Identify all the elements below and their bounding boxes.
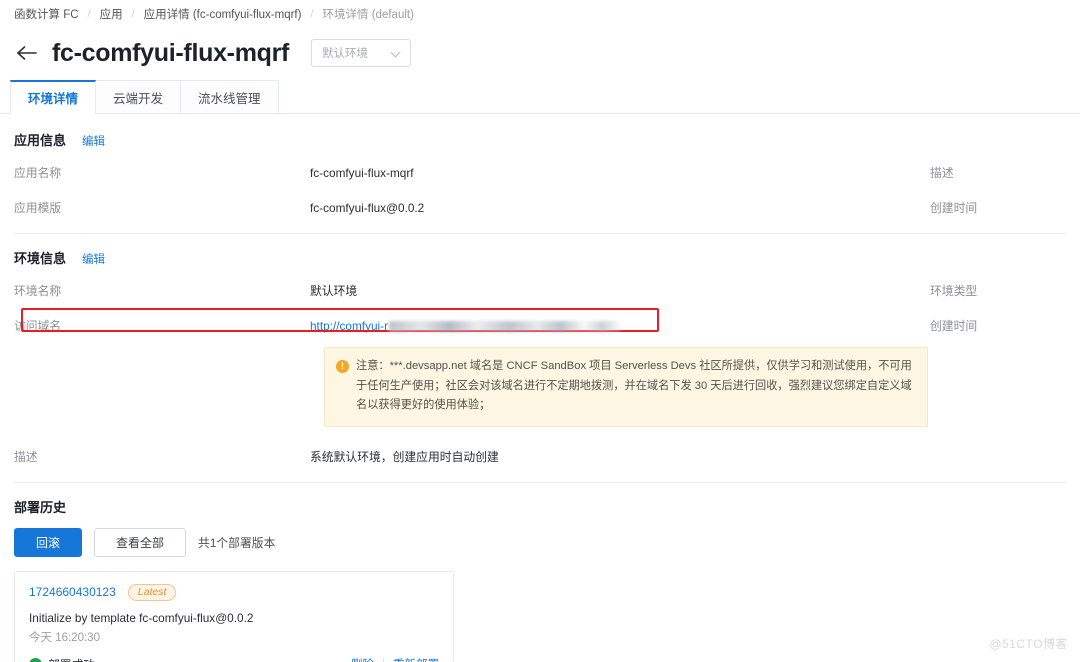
deploy-card-header: 1724660430123 Latest (29, 583, 439, 601)
deploy-status: 部署成功 (29, 656, 95, 662)
deploy-card-footer: 部署成功 删除 | 重新部署 (29, 656, 439, 662)
section-title: 环境信息 (14, 251, 67, 266)
chevron-down-icon (392, 48, 402, 58)
table-row: 描述 系统默认环境，创建应用时自动创建 (14, 439, 1066, 474)
row-right-label: 描述 (930, 166, 954, 180)
deploy-card-description: Initialize by template fc-comfyui-flux@0… (29, 610, 254, 625)
row-value: 系统默认环境，创建应用时自动创建 (310, 449, 499, 464)
section-divider (14, 481, 1066, 483)
table-row: 应用模版 fc-comfyui-flux@0.0.2 创建时间 (14, 190, 1066, 225)
table-row: 应用名称 fc-comfyui-flux-mqrf 描述 (14, 155, 1066, 190)
domain-notice-banner: ! 注意：***.devsapp.net 域名是 CNCF SandBox 项目… (324, 347, 928, 427)
row-right-label: 环境类型 (930, 284, 978, 298)
deploy-version-card: 1724660430123 Latest Initialize by templ… (14, 570, 454, 662)
environment-detail-page: 函数计算 FC / 应用 / 应用详情 (fc-comfyui-flux-mqr… (0, 0, 1080, 662)
row-value-container: http://comfyui-r (310, 319, 930, 333)
domain-notice-text: 注意：***.devsapp.net 域名是 CNCF SandBox 项目 S… (356, 360, 912, 412)
breadcrumb-separator: / (310, 8, 314, 20)
redacted-url-blur (389, 320, 622, 332)
section-divider (14, 233, 1066, 234)
access-domain-link[interactable]: http://comfyui-r (310, 319, 388, 333)
row-label: 访问域名 (14, 319, 62, 333)
breadcrumb-item-app-detail[interactable]: 应用详情 (fc-comfyui-flux-mqrf) (144, 6, 302, 22)
table-row-access-domain: 访问域名 http://comfyui-r 创建时间 (14, 308, 1066, 343)
rollback-button[interactable]: 回滚 (14, 527, 83, 557)
watermark: @51CTO博客 (989, 637, 1068, 651)
row-value: 默认环境 (310, 284, 358, 298)
page-header: fc-comfyui-flux-mqrf 默认环境 (0, 28, 1080, 78)
row-right-label: 创建时间 (930, 319, 978, 333)
page-title: fc-comfyui-flux-mqrf (52, 38, 290, 67)
environment-info-section: 环境信息 编辑 环境名称 默认环境 环境类型 访问域名 http://comfy… (0, 248, 1080, 474)
application-info-section: 应用信息 编辑 应用名称 fc-comfyui-flux-mqrf 描述 应用模… (0, 130, 1080, 225)
tab-environment-detail[interactable]: 环境详情 (10, 80, 97, 114)
section-title: 部署历史 (14, 499, 67, 515)
deploy-card-time: 今天 16:20:30 (29, 631, 100, 644)
section-title: 应用信息 (14, 133, 67, 148)
deploy-history-header: 部署历史 (0, 497, 1080, 516)
environment-info-rows: 环境名称 默认环境 环境类型 访问域名 http://comfyui-r 创建时… (0, 273, 1080, 474)
breadcrumb-item-env-detail: 环境详情 (default) (322, 9, 414, 21)
deploy-card-actions: 删除 | 重新部署 (351, 656, 439, 662)
row-label: 应用模版 (14, 201, 62, 215)
breadcrumb-separator: / (87, 8, 91, 20)
application-info-header: 应用信息 编辑 (0, 130, 1080, 149)
action-separator: | (382, 658, 385, 662)
deploy-version-id-link[interactable]: 1724660430123 (29, 585, 116, 599)
deploy-status-text: 部署成功 (48, 656, 95, 662)
status-badge-latest: Latest (127, 583, 177, 601)
row-value: fc-comfyui-flux@0.0.2 (310, 200, 425, 215)
edit-environment-info-link[interactable]: 编辑 (82, 251, 105, 267)
check-circle-icon (29, 657, 42, 662)
tab-pipeline-management[interactable]: 流水线管理 (180, 80, 279, 113)
row-value: fc-comfyui-flux-mqrf (310, 165, 414, 180)
deploy-version-count: 共1个部署版本 (198, 535, 276, 550)
table-row: 环境名称 默认环境 环境类型 (14, 273, 1066, 308)
tab-bar: 环境详情 云端开发 流水线管理 (0, 80, 1080, 114)
row-label: 应用名称 (14, 166, 62, 180)
redeploy-link[interactable]: 重新部署 (393, 656, 439, 662)
breadcrumb-item-app[interactable]: 应用 (100, 6, 123, 22)
environment-select-value: 默认环境 (322, 48, 369, 60)
breadcrumb-separator: / (131, 8, 135, 20)
row-label: 描述 (14, 449, 38, 464)
arrow-left-icon[interactable] (14, 40, 40, 66)
deploy-history-actions: 回滚 查看全部 共1个部署版本 (0, 527, 1080, 557)
row-label: 环境名称 (14, 284, 62, 298)
environment-select[interactable]: 默认环境 (311, 39, 412, 67)
deploy-history-section: 部署历史 回滚 查看全部 共1个部署版本 1724660430123 Lates… (0, 497, 1080, 662)
breadcrumb: 函数计算 FC / 应用 / 应用详情 (fc-comfyui-flux-mqr… (0, 0, 1080, 28)
row-right-label: 创建时间 (930, 201, 978, 215)
breadcrumb-item-fc[interactable]: 函数计算 FC (14, 6, 79, 22)
environment-info-header: 环境信息 编辑 (0, 248, 1080, 267)
application-info-rows: 应用名称 fc-comfyui-flux-mqrf 描述 应用模版 fc-com… (0, 155, 1080, 225)
edit-application-info-link[interactable]: 编辑 (82, 133, 105, 149)
view-all-button[interactable]: 查看全部 (94, 527, 187, 557)
delete-deploy-link[interactable]: 删除 (351, 656, 374, 662)
warning-icon: ! (336, 360, 349, 373)
tab-cloud-development[interactable]: 云端开发 (95, 80, 182, 113)
